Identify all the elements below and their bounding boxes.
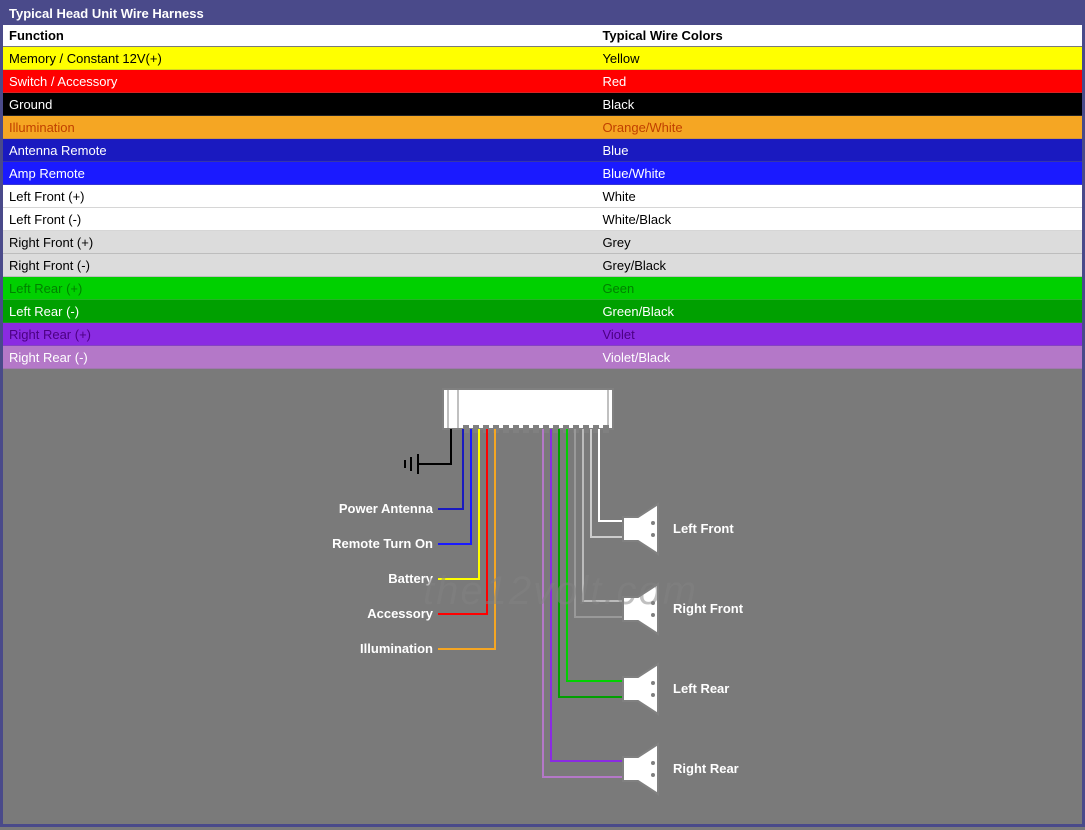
cell-function: Left Front (-) [3,208,596,231]
table-row: Left Rear (+)Geen [3,277,1082,300]
table-row: Amp RemoteBlue/White [3,162,1082,185]
cell-function: Amp Remote [3,162,596,185]
table-row: GroundBlack [3,93,1082,116]
table-row: Right Rear (-)Violet/Black [3,346,1082,369]
label-power-antenna: Power Antenna [339,501,434,516]
ground-wire [405,429,451,474]
label-remote-turn-on: Remote Turn On [332,536,433,551]
diagram-frame: Typical Head Unit Wire Harness Function … [0,0,1085,827]
wiring-diagram: Power Antenna Remote Turn On Battery Access… [3,369,1082,824]
table-row: Left Rear (-)Green/Black [3,300,1082,323]
cell-color: Blue [596,139,1082,162]
table-row: Right Front (-)Grey/Black [3,254,1082,277]
cell-color: Grey/Black [596,254,1082,277]
connector-block [443,389,613,429]
cell-function: Right Rear (+) [3,323,596,346]
cell-color: Black [596,93,1082,116]
table-row: Right Rear (+)Violet [3,323,1082,346]
label-left-front: Left Front [673,521,734,536]
cell-color: Grey [596,231,1082,254]
cell-color: Blue/White [596,162,1082,185]
cell-color: Geen [596,277,1082,300]
table-row: Left Front (+)White [3,185,1082,208]
cell-color: Yellow [596,47,1082,70]
label-right-front: Right Front [673,601,744,616]
cell-function: Left Front (+) [3,185,596,208]
wire-table: Function Typical Wire Colors Memory / Co… [3,25,1082,369]
cell-function: Memory / Constant 12V(+) [3,47,596,70]
table-row: IlluminationOrange/White [3,116,1082,139]
header-color: Typical Wire Colors [596,25,1082,47]
cell-function: Left Rear (-) [3,300,596,323]
cell-function: Antenna Remote [3,139,596,162]
cell-function: Right Front (-) [3,254,596,277]
title-bar: Typical Head Unit Wire Harness [3,3,1082,25]
cell-function: Switch / Accessory [3,70,596,93]
cell-function: Right Front (+) [3,231,596,254]
cell-function: Ground [3,93,596,116]
table-row: Left Front (-)White/Black [3,208,1082,231]
cell-color: Violet [596,323,1082,346]
cell-function: Right Rear (-) [3,346,596,369]
label-right-rear: Right Rear [673,761,739,776]
cell-color: Red [596,70,1082,93]
header-function: Function [3,25,596,47]
cell-color: Green/Black [596,300,1082,323]
cell-color: White/Black [596,208,1082,231]
table-row: Right Front (+)Grey [3,231,1082,254]
table-row: Switch / AccessoryRed [3,70,1082,93]
table-row: Memory / Constant 12V(+)Yellow [3,47,1082,70]
cell-function: Left Rear (+) [3,277,596,300]
label-illumination: Illumination [360,641,433,656]
label-battery: Battery [388,571,434,586]
cell-color: Orange/White [596,116,1082,139]
cell-function: Illumination [3,116,596,139]
label-accessory: Accessory [367,606,434,621]
table-row: Antenna RemoteBlue [3,139,1082,162]
cell-color: Violet/Black [596,346,1082,369]
label-left-rear: Left Rear [673,681,729,696]
cell-color: White [596,185,1082,208]
